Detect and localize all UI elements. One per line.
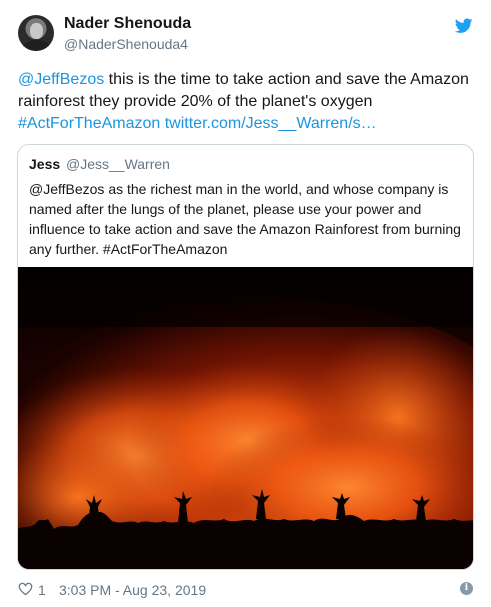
info-icon[interactable]: i (460, 582, 473, 595)
tweet-line-1-text: this is the time to take action and save… (104, 71, 469, 88)
quoted-line-3: influence to take action and save the Am… (29, 221, 461, 237)
author-handle[interactable]: @NaderShenouda4 (64, 36, 188, 52)
quoted-author-handle: @Jess__Warren (66, 156, 170, 172)
twitter-bird-icon[interactable] (455, 18, 473, 34)
tweet-line-2: rainforest they provide 20% of the plane… (18, 93, 373, 110)
quoted-line-1: @JeffBezos as the richest man in the wor… (29, 181, 449, 197)
quoted-line-4: any further. #ActForTheAmazon (29, 241, 228, 257)
avatar-face (30, 23, 43, 39)
fire-photo (18, 267, 473, 569)
quoted-tweet[interactable]: Jess @Jess__Warren @JeffBezos as the ric… (17, 144, 474, 570)
url-link[interactable]: twitter.com/Jess__Warren/s… (165, 115, 377, 132)
tweet-footer: 1 3:03 PM - Aug 23, 2019 i (18, 580, 473, 600)
mention-link[interactable]: @JeffBezos (18, 71, 104, 88)
quoted-media-image[interactable] (18, 267, 473, 569)
tweet-text: @JeffBezos this is the time to take acti… (18, 69, 478, 135)
avatar[interactable] (18, 15, 54, 51)
hashtag-link[interactable]: #ActForTheAmazon (18, 115, 160, 132)
quoted-author-name: Jess (29, 156, 61, 172)
tweet-line-1: @JeffBezos this is the time to take acti… (18, 69, 478, 91)
like-count[interactable]: 1 (38, 582, 46, 598)
tweet-line-3: #ActForTheAmazon twitter.com/Jess__Warre… (18, 113, 478, 135)
author-name[interactable]: Nader Shenouda (64, 15, 191, 33)
heart-icon[interactable] (18, 582, 33, 596)
avatar-shoulders (23, 40, 50, 51)
timestamp[interactable]: 3:03 PM - Aug 23, 2019 (59, 582, 206, 598)
quoted-text: @JeffBezos as the richest man in the wor… (29, 179, 469, 259)
quoted-line-2: named after the lungs of the planet, ple… (29, 201, 422, 217)
